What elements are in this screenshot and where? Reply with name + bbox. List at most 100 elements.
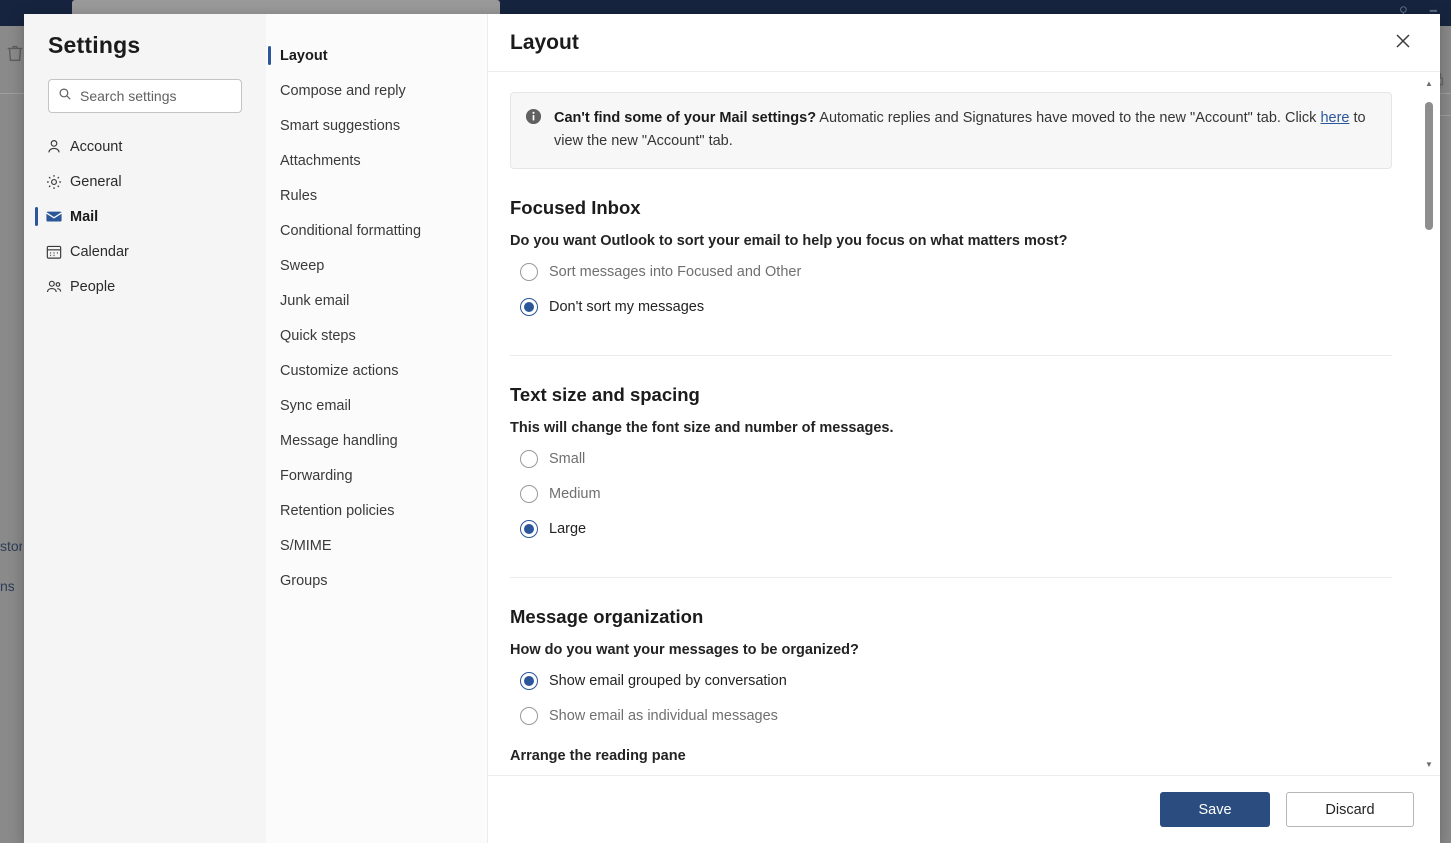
page-title: Settings [48,32,141,58]
close-icon [1393,31,1413,54]
radio-mark [520,298,538,317]
section-heading-focused-inbox: Focused Inbox [510,196,641,218]
subnav-item-label: Conditional formatting [280,222,422,239]
subnav-item-retention-policies[interactable]: Retention policies [266,493,487,528]
close-button[interactable] [1384,24,1422,62]
subnav-item-conditional-formatting[interactable]: Conditional formatting [266,213,487,248]
person-icon [45,138,63,156]
settings-dialog: Settings Account [24,14,1440,843]
subnav-item-compose-and-reply[interactable]: Compose and reply [266,73,487,108]
section-prompt-focused-inbox: Do you want Outlook to sort your email t… [510,232,1068,249]
radio-label: Don't sort my messages [549,299,705,316]
radio-mark [520,707,538,726]
section-prompt-message-organization: How do you want your messages to be orga… [510,641,859,658]
section-divider [510,354,1392,356]
radio-mark [520,672,538,691]
radio-text-size-small[interactable]: Small [510,442,1418,477]
gear-icon [45,173,63,191]
subnav-item-smime[interactable]: S/MIME [266,528,487,563]
search-input[interactable] [80,88,232,104]
radio-grouped-by-conversation[interactable]: Show email grouped by conversation [510,664,1418,699]
people-icon [45,278,63,296]
radio-text-size-large[interactable]: Large [510,512,1418,547]
subnav-item-label: Rules [280,187,318,204]
subnav-item-label: Quick steps [280,327,356,344]
sidebar-item-calendar[interactable]: Calendar [24,234,266,269]
content-scrollbar[interactable]: ▲ ▼ [1422,74,1436,775]
subnav-item-rules[interactable]: Rules [266,178,487,213]
sidebar-item-mail[interactable]: Mail [24,199,266,234]
scrollbar-thumb[interactable] [1425,102,1433,230]
subnav-item-quick-steps[interactable]: Quick steps [266,318,487,353]
backdrop-text-fragment: ns [0,578,14,594]
content-footer: Save Discard [488,775,1440,843]
radio-sort-into-focused-and-other[interactable]: Sort messages into Focused and Other [510,255,1418,290]
subnav-item-label: Message handling [280,432,398,449]
sidebar-nav: Account General Mail Calendar People [24,129,266,304]
subnav-item-label: Smart suggestions [280,117,401,134]
sidebar-item-account[interactable]: Account [24,129,266,164]
sidebar-item-label: Mail [70,208,99,225]
subnav-item-sweep[interactable]: Sweep [266,248,487,283]
account-tab-link[interactable]: here [1320,110,1349,126]
envelope-icon [45,208,63,226]
radio-dont-sort-my-messages[interactable]: Don't sort my messages [510,290,1418,325]
subnav-item-label: Compose and reply [280,82,406,99]
search-settings-box[interactable] [48,79,242,113]
settings-subnav: Layout Compose and reply Smart suggestio… [266,14,488,843]
content-pane: Layout Can't find some of your Mail sett… [488,14,1440,843]
sidebar-item-label: Account [70,138,123,155]
info-banner: Can't find some of your Mail settings? A… [510,92,1392,169]
banner-text: Can't find some of your Mail settings? A… [554,107,1375,154]
scrollbar-track[interactable] [1422,94,1436,755]
sidebar-item-label: People [70,278,116,295]
sidebar-item-people[interactable]: People [24,269,266,304]
radio-label: Sort messages into Focused and Other [549,264,802,281]
subnav-item-smart-suggestions[interactable]: Smart suggestions [266,108,487,143]
subnav-item-label: Attachments [280,152,361,169]
content-heading: Layout [510,30,579,54]
radio-newest-on-top[interactable]: Newest on top [510,768,1418,775]
subnav-item-message-handling[interactable]: Message handling [266,423,487,458]
radio-mark [520,485,538,504]
radio-label: Large [549,521,587,538]
trash-icon[interactable] [4,42,26,64]
section-prompt-text-size: This will change the font size and numbe… [510,419,894,436]
radio-mark [520,520,538,539]
subnav-item-sync-email[interactable]: Sync email [266,388,487,423]
banner-body-1: Automatic replies and Signatures have mo… [816,110,1321,126]
calendar-icon [45,243,63,261]
subnav-item-label: S/MIME [280,537,332,554]
save-button[interactable]: Save [1160,792,1270,827]
subnav-item-customize-actions[interactable]: Customize actions [266,353,487,388]
radio-individual-messages[interactable]: Show email as individual messages [510,699,1418,734]
radio-mark [520,263,538,282]
subnav-item-forwarding[interactable]: Forwarding [266,458,487,493]
chevron-up-icon[interactable]: ▲ [1425,74,1433,94]
sub-prompt-arrange-reading-pane: Arrange the reading pane [510,747,686,764]
subnav-item-attachments[interactable]: Attachments [266,143,487,178]
subnav-item-label: Groups [280,572,328,589]
subnav-item-label: Customize actions [280,362,399,379]
subnav-item-label: Layout [280,47,328,64]
subnav-item-label: Forwarding [280,467,353,484]
discard-button[interactable]: Discard [1286,792,1414,827]
subnav-item-layout[interactable]: Layout [266,38,487,73]
chevron-down-icon[interactable]: ▼ [1425,755,1433,775]
settings-scroll-area: Can't find some of your Mail settings? A… [488,72,1440,775]
backdrop-text-fragment: stor [0,538,22,554]
subnav-item-label: Retention policies [280,502,395,519]
radio-text-size-medium[interactable]: Medium [510,477,1418,512]
subnav-item-junk-email[interactable]: Junk email [266,283,487,318]
radio-label: Show email grouped by conversation [549,673,787,690]
info-icon [525,108,542,154]
radio-mark [520,450,538,469]
section-divider [510,576,1392,578]
radio-label: Small [549,451,586,468]
section-heading-message-organization: Message organization [510,605,704,627]
radio-label: Show email as individual messages [549,708,778,725]
sidebar-item-general[interactable]: General [24,164,266,199]
radio-label: Medium [549,486,601,503]
sidebar-item-label: Calendar [70,243,129,260]
subnav-item-groups[interactable]: Groups [266,563,487,598]
